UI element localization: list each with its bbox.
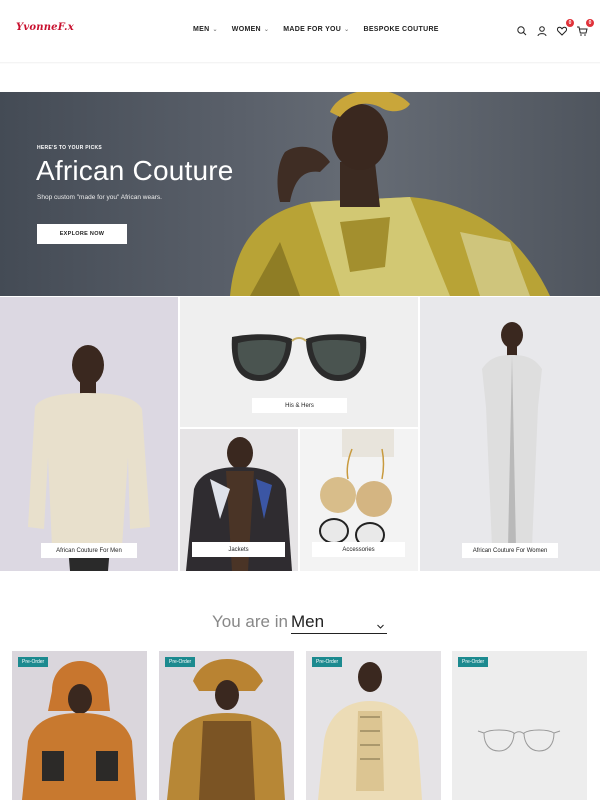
product-card[interactable]: Pre-Order — [452, 651, 587, 800]
chevron-down-icon: ⌄ — [263, 27, 270, 33]
chevron-down-icon: ⌄ — [344, 27, 350, 33]
category-tile-accessories[interactable]: Accessories — [300, 429, 418, 571]
main-nav: MEN ⌄ WOMEN ⌄ MADE FOR YOU ⌄ BESPOKE COUTUR… — [193, 26, 453, 33]
nav-label: BESPOKE COUTURE — [363, 26, 439, 33]
product-card[interactable]: Pre-Order — [159, 651, 294, 800]
section-title: You are in — [212, 612, 288, 631]
chevron-down-icon: ⌄ — [212, 27, 218, 33]
nav-label: MEN — [193, 26, 210, 33]
hero-title: African Couture — [36, 155, 234, 186]
search-icon[interactable] — [516, 24, 528, 36]
category-tile-men[interactable]: African Couture For Men — [0, 297, 178, 571]
cart-count-badge: 0 — [586, 19, 594, 27]
logo[interactable]: YvonneF.x — [16, 22, 74, 33]
product-card[interactable]: Pre-Order — [306, 651, 441, 800]
category-label: African Couture For Men — [41, 543, 137, 558]
header-icons: 0 0 — [516, 19, 594, 37]
product-card[interactable]: Pre-Order — [12, 651, 147, 800]
category-select[interactable]: Men — [291, 612, 387, 634]
women-model-image — [420, 297, 600, 571]
explore-now-button[interactable]: EXPLORE NOW — [37, 224, 127, 244]
category-tile-his-hers[interactable]: His & Hers — [180, 297, 418, 427]
product-image — [159, 651, 294, 800]
chevron-down-icon — [376, 618, 385, 636]
hero-banner: HERE'S TO YOUR PICKS African Couture Sho… — [0, 92, 600, 296]
product-image — [12, 651, 147, 800]
hero-model-image — [230, 92, 550, 296]
header-divider — [0, 62, 600, 64]
category-label: Jackets — [192, 542, 285, 557]
category-label: Accessories — [312, 542, 405, 557]
nav-label: MADE FOR YOU — [283, 26, 342, 33]
heart-icon[interactable]: 0 — [556, 19, 574, 36]
preorder-badge: Pre-Order — [18, 657, 49, 667]
cart-icon[interactable]: 0 — [576, 19, 594, 36]
preorder-badge: Pre-Order — [165, 657, 196, 667]
preorder-badge: Pre-Order — [312, 657, 343, 667]
nav-item-men[interactable]: MEN ⌄ — [193, 26, 218, 33]
hero-eyebrow: HERE'S TO YOUR PICKS — [37, 145, 103, 151]
category-label: African Couture For Women — [462, 543, 558, 558]
user-icon[interactable] — [536, 24, 548, 37]
category-tile-women[interactable]: African Couture For Women — [420, 297, 600, 571]
category-tile-jackets[interactable]: Jackets — [180, 429, 298, 571]
nav-label: WOMEN — [231, 26, 261, 33]
preorder-badge: Pre-Order — [458, 657, 489, 667]
glasses-placeholder-icon — [452, 651, 587, 800]
select-value: Men — [291, 612, 325, 631]
nav-item-women[interactable]: WOMEN ⌄ — [232, 26, 269, 33]
men-model-image — [0, 297, 178, 571]
nav-item-made-for-you[interactable]: MADE FOR YOU ⌄ — [283, 26, 349, 33]
nav-item-bespoke-couture[interactable]: BESPOKE COUTURE — [363, 26, 438, 33]
category-label: His & Hers — [252, 398, 347, 413]
hero-subtitle: Shop custom "made for you" African wears… — [37, 194, 162, 201]
wishlist-count-badge: 0 — [566, 19, 574, 27]
site-header: YvonneF.x MEN ⌄ WOMEN ⌄ MADE FOR YOU ⌄ BESP… — [0, 0, 600, 62]
product-image — [306, 651, 441, 800]
